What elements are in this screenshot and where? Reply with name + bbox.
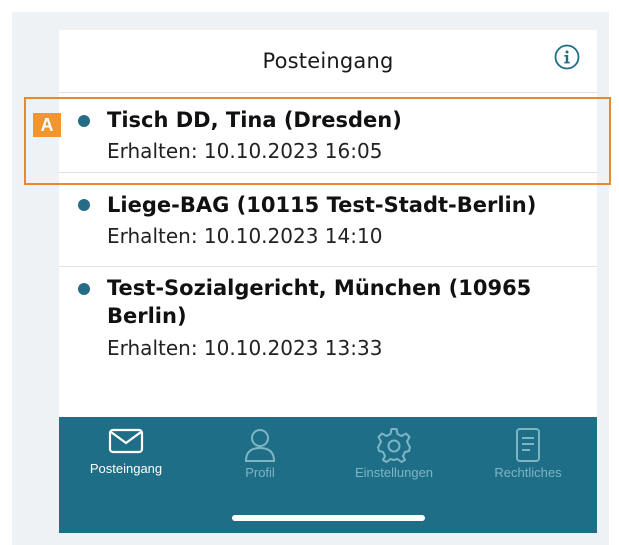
document-icon	[516, 428, 540, 462]
tab-rechtliches[interactable]: Rechtliches	[461, 417, 595, 501]
unread-dot	[78, 199, 90, 211]
list-item[interactable]: Liege-BAG (10115 Test-Stadt-Berlin) Erha…	[59, 172, 597, 266]
annotation-marker: A	[33, 113, 61, 137]
unread-dot	[78, 283, 90, 295]
item-sender-continued: Berlin)	[107, 304, 187, 328]
item-sender: Liege-BAG (10115 Test-Stadt-Berlin)	[107, 193, 537, 217]
item-received: Erhalten: 10.10.2023 14:10	[107, 224, 383, 248]
unread-dot	[78, 115, 90, 127]
home-indicator	[232, 515, 425, 521]
item-received: Erhalten: 10.10.2023 16:05	[107, 139, 383, 163]
tab-einstellungen[interactable]: Einstellungen	[327, 417, 461, 501]
page-title: Posteingang	[262, 49, 394, 73]
tab-label: Posteingang	[89, 461, 163, 476]
tab-profil[interactable]: Profil	[193, 417, 327, 501]
item-sender: Test-Sozialgericht, München (10965	[107, 276, 532, 300]
tab-label: Profil	[245, 465, 275, 480]
tab-label: Rechtliches	[494, 465, 562, 480]
item-sender: Tisch DD, Tina (Dresden)	[107, 108, 402, 132]
tab-label: Einstellungen	[354, 465, 434, 480]
list-item[interactable]: Tisch DD, Tina (Dresden) Erhalten: 10.10…	[59, 92, 597, 172]
inbox-list: Tisch DD, Tina (Dresden) Erhalten: 10.10…	[59, 92, 597, 386]
header: Posteingang	[59, 30, 597, 92]
envelope-icon	[108, 428, 144, 454]
app-frame: Posteingang Tisch DD, Tina (Dresden) Erh…	[0, 0, 619, 545]
list-item[interactable]: Test-Sozialgericht, München (10965 Berli…	[59, 266, 597, 386]
item-received: Erhalten: 10.10.2023 13:33	[107, 336, 383, 360]
tab-posteingang[interactable]: Posteingang	[59, 417, 193, 501]
gear-icon	[377, 428, 411, 463]
info-icon[interactable]	[554, 44, 580, 70]
user-icon	[244, 429, 276, 462]
tab-bar: Posteingang Profil Einstellungen Rechtli…	[59, 417, 597, 533]
annotation-marker-label: A	[40, 114, 54, 135]
